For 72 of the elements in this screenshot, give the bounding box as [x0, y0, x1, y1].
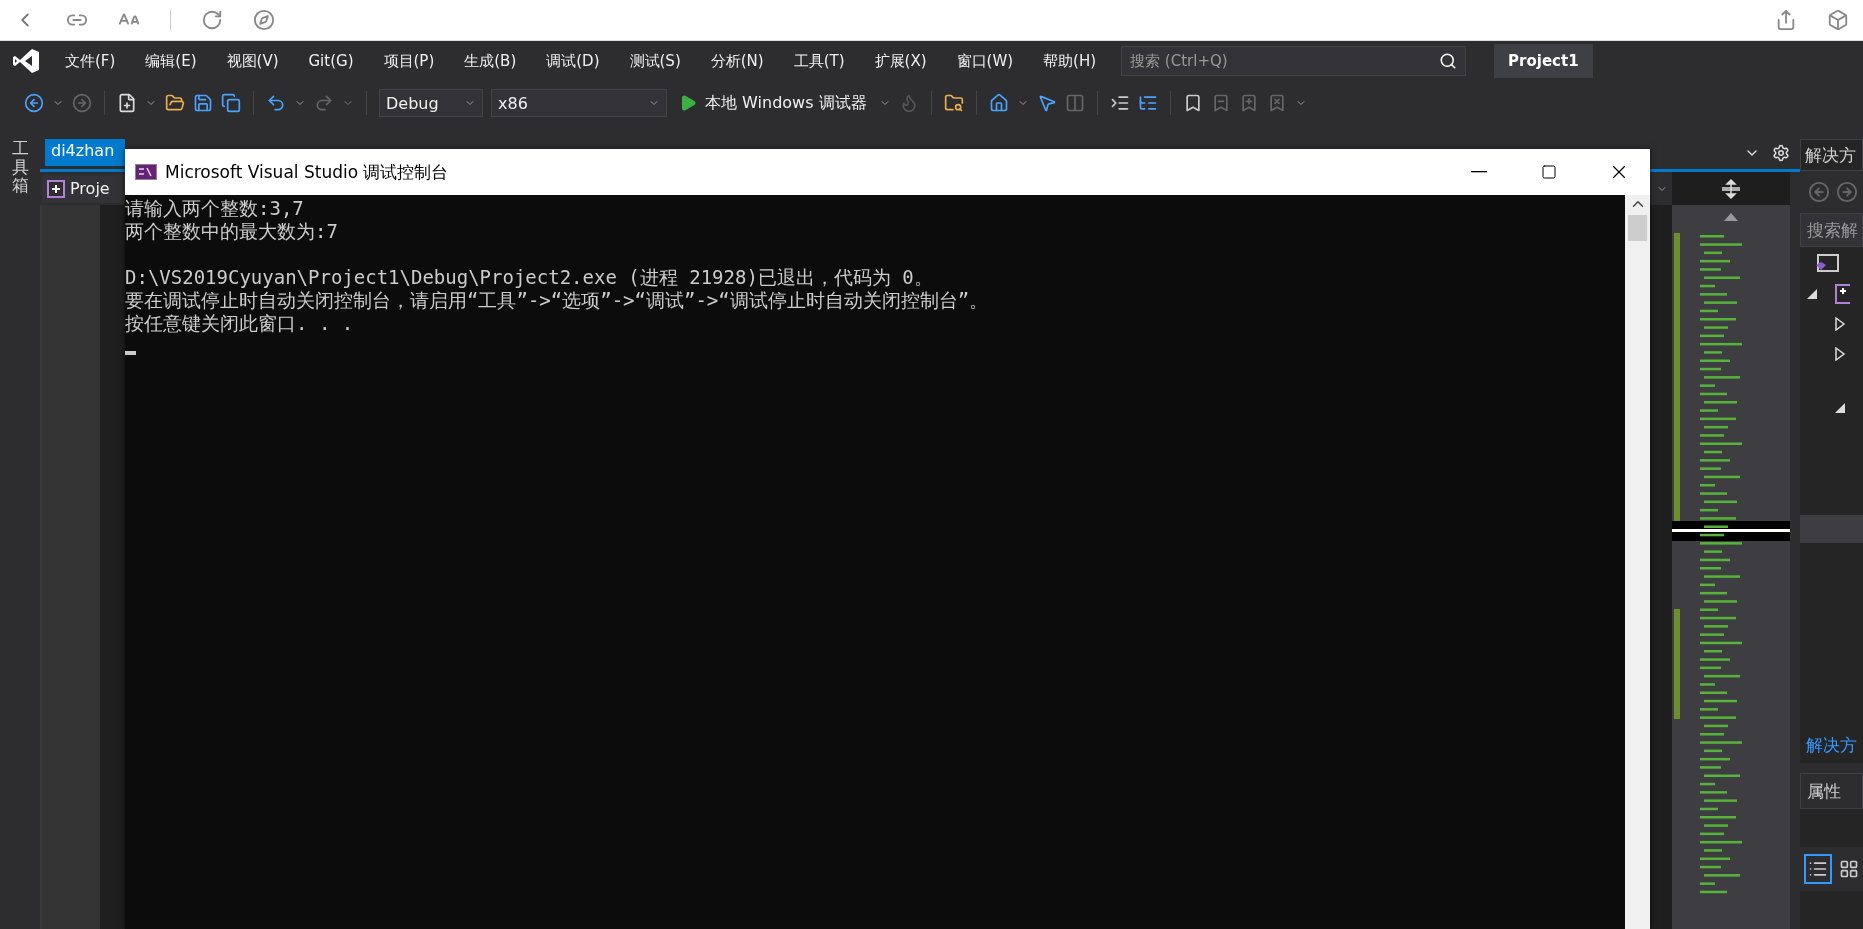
collapsed-arrow-icon[interactable] [1834, 347, 1846, 361]
console-line: 两个整数中的最大数为:7 [125, 220, 339, 243]
menu-item[interactable]: 编辑(E) [130, 51, 212, 71]
project-icon[interactable] [1834, 283, 1850, 305]
panel-title: 解决方 [1800, 139, 1863, 171]
menu-item[interactable]: 调试(D) [531, 51, 615, 71]
indent-icon[interactable] [1109, 93, 1130, 113]
refresh-icon[interactable] [201, 9, 223, 31]
minimize-icon [1471, 171, 1487, 173]
project-dropdown[interactable]: Proje [42, 174, 125, 203]
maximize-icon [1541, 164, 1557, 180]
start-debugging-button[interactable]: 本地 Windows 调试器 [675, 90, 871, 116]
menu-item[interactable]: 项目(P) [368, 51, 450, 71]
list-icon [1807, 859, 1828, 879]
document-tab[interactable]: di4zhan [45, 139, 125, 166]
split-icon[interactable] [1720, 177, 1742, 200]
back-icon[interactable] [1808, 181, 1830, 203]
configuration-dropdown[interactable]: Debug [379, 89, 483, 117]
console-line: 请输入两个整数:3,7 [125, 197, 305, 220]
compass-icon[interactable] [253, 9, 275, 31]
grid-icon [1839, 859, 1860, 879]
console-app-icon [135, 164, 157, 180]
list-tree-icon[interactable] [1137, 93, 1158, 113]
expanded-arrow-icon[interactable] [1834, 401, 1846, 415]
console-line: D:\VS2019Cyuyan\Project1\Debug\Project2.exe (进程 21928)已退出，代码为 0。 [125, 266, 934, 289]
forward-icon[interactable] [1836, 181, 1858, 203]
folder-search-icon[interactable] [943, 93, 964, 113]
console-line: 按任意键关闭此窗口. . . [125, 312, 355, 335]
save-icon[interactable] [193, 93, 213, 113]
platform-dropdown[interactable]: x86 [491, 89, 667, 117]
menu-item[interactable]: 窗口(W) [941, 51, 1029, 71]
back-icon[interactable] [24, 93, 44, 113]
share-icon[interactable] [1775, 9, 1797, 31]
text-cursor [125, 351, 136, 355]
categorized-view-button[interactable] [1804, 854, 1832, 884]
search-field[interactable]: 搜索解 [1800, 213, 1863, 247]
expanded-arrow-icon[interactable] [1806, 287, 1818, 301]
collapsed-arrow-icon[interactable] [1834, 317, 1846, 331]
solution-explorer-link[interactable]: 解决方 [1800, 734, 1863, 757]
pointer-icon[interactable] [1036, 93, 1057, 113]
menu-item[interactable]: 帮助(H) [1028, 51, 1112, 71]
scrollbar-thumb[interactable] [1628, 215, 1647, 241]
settings-icon[interactable] [1772, 143, 1790, 162]
scroll-up-icon[interactable] [1723, 212, 1739, 222]
toolbox-tab[interactable]: 工具箱 [11, 139, 29, 929]
search-icon [1439, 52, 1458, 70]
project-icon [46, 178, 66, 199]
forward-icon[interactable] [72, 93, 92, 113]
search-field[interactable]: 搜索 (Ctrl+Q) [1121, 46, 1467, 76]
menu-item[interactable]: 工具(T) [778, 51, 860, 71]
home-icon[interactable] [988, 93, 1009, 113]
cube-icon[interactable] [1827, 9, 1849, 31]
new-file-icon[interactable] [117, 93, 137, 113]
panel-title: 属性 [1800, 773, 1863, 809]
menu-item[interactable]: 分析(N) [695, 51, 779, 71]
menu-item[interactable]: 测试(S) [614, 51, 696, 71]
menu-item[interactable]: 文件(F) [50, 51, 131, 71]
undo-icon[interactable] [266, 93, 286, 113]
console-line: 要在调试停止时自动关闭控制台，请启用“工具”->“选项”->“调试”->“调试停止时自动关闭控制台”。 [125, 289, 990, 312]
play-icon [679, 94, 697, 112]
window-title: Microsoft Visual Studio 调试控制台 [165, 160, 449, 184]
menu-item[interactable]: 扩展(X) [859, 51, 942, 71]
visual-studio-logo [12, 47, 40, 75]
menu-item[interactable]: Git(G) [293, 52, 369, 70]
columns-icon[interactable] [1064, 93, 1085, 113]
redo-icon[interactable] [314, 93, 334, 113]
save-all-icon[interactable] [221, 93, 241, 113]
menu-item[interactable]: 生成(B) [449, 51, 532, 71]
solution-name: Project1 [1494, 44, 1593, 78]
menu-item[interactable]: 视图(V) [211, 51, 294, 71]
solution-icon[interactable] [1814, 253, 1840, 275]
folder-icon[interactable] [165, 93, 185, 113]
